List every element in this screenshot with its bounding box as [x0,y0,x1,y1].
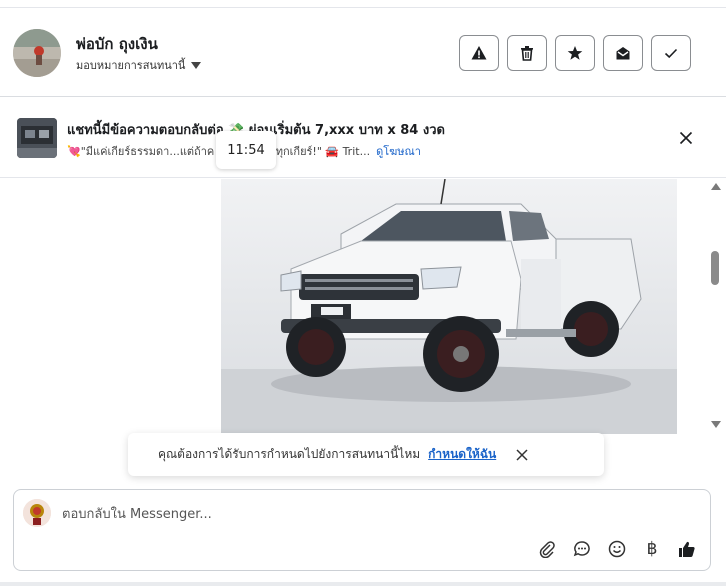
ad-subtitle-start: 💘"มีแค่เกียร์ธรรมดา...แต่ถ้าค [67,145,215,158]
paperclip-icon [539,541,555,558]
envelope-open-icon [616,47,630,60]
trash-icon [521,46,533,61]
view-ad-link[interactable]: ดูโฆษณา [376,142,421,160]
assign-to-me-link[interactable]: กำหนดให้ฉัน [428,445,496,464]
assign-prompt: คุณต้องการได้รับการกำหนดไปยังการสนทนานี้… [128,433,604,476]
close-icon [679,131,693,145]
emoji-button[interactable] [606,538,628,560]
ad-thumbnail[interactable] [17,118,57,158]
like-button[interactable] [676,538,698,560]
attach-button[interactable] [536,538,558,560]
saved-replies-button[interactable] [571,538,593,560]
reply-input[interactable] [62,504,662,524]
header-actions [459,35,691,71]
composer-toolbar: ฿ [536,538,698,560]
star-button[interactable] [555,35,595,71]
scrollbar[interactable] [708,179,722,429]
timestamp-tooltip: 11:54 [216,131,276,169]
close-ad-button[interactable] [676,128,696,148]
mark-spam-button[interactable] [459,35,499,71]
star-icon [567,46,583,60]
close-icon [516,448,528,461]
check-icon [664,48,678,59]
scroll-down-icon[interactable] [711,421,721,428]
bottom-divider [0,582,726,586]
reply-composer: ฿ [13,489,711,571]
contact-avatar[interactable] [13,29,61,77]
delete-button[interactable] [507,35,547,71]
contact-name: พ่อบัก ถุงเงิน [76,35,158,53]
mark-done-button[interactable] [651,35,691,71]
chat-bubble-icon [573,541,590,557]
smiley-icon [608,540,626,558]
assign-prompt-text: คุณต้องการได้รับการกำหนดไปยังการสนทนานี้… [158,447,421,461]
ad-context-banner: แชทนี้มีข้อความตอบกลับต่อ 💸 ผ่อนเริ่มต้น… [0,98,726,178]
dismiss-prompt-button[interactable] [516,448,528,461]
scrollbar-thumb[interactable] [711,251,719,285]
thumbs-up-icon [679,541,695,557]
scroll-up-icon[interactable] [711,183,721,190]
conversation-header: พ่อบัก ถุงเงิน มอบหมายการสนทนานี้ [0,9,726,97]
payment-button[interactable]: ฿ [641,538,663,560]
page-avatar [23,499,51,527]
chevron-down-icon [191,61,202,69]
alert-icon [471,46,487,60]
assign-label: มอบหมายการสนทนานี้ [76,59,186,72]
assign-conversation-dropdown[interactable]: มอบหมายการสนทนานี้ [76,56,202,74]
mark-unread-button[interactable] [603,35,643,71]
baht-icon: ฿ [646,539,658,559]
top-divider [0,0,726,8]
message-image[interactable] [221,179,677,434]
